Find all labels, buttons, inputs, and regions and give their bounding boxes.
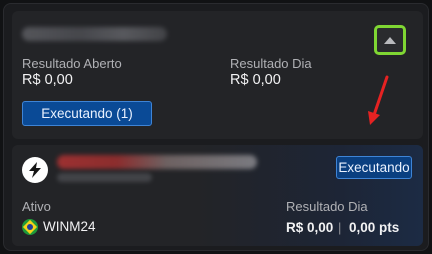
blurred-account-title [22,27,167,41]
asset-value: WINM24 [43,219,96,234]
strategy-panel: Resultado Aberto R$ 0,00 Resultado Dia R… [3,3,429,251]
brazil-flag-icon [22,219,38,235]
result-day-value: R$ 0,00 [286,220,334,235]
result-open-label: Resultado Aberto [22,56,122,71]
strategy-summary-card: Resultado Aberto R$ 0,00 Resultado Dia R… [12,11,423,139]
result-day-value: R$ 0,00 [230,72,281,88]
red-arrow-icon [368,75,389,125]
result-day-label: Resultado Dia [230,56,312,71]
strategy-detail-card[interactable]: Executando Ativo WINM24 Resultado Dia R$… [12,145,423,246]
result-day-label: Resultado Dia [286,199,368,214]
result-open-value: R$ 0,00 [22,72,73,88]
triangle-up-icon [384,36,396,44]
collapse-button[interactable] [374,25,406,55]
asset-label: Ativo [22,199,51,214]
lightning-logo-icon [22,157,48,183]
value-separator: | [338,220,342,235]
result-day-points: 0,00 pts [349,220,400,235]
blurred-strategy-subtitle [57,173,152,182]
status-badge: Executando [336,156,412,179]
running-button[interactable]: Executando (1) [22,101,152,126]
blurred-strategy-name [57,155,257,169]
